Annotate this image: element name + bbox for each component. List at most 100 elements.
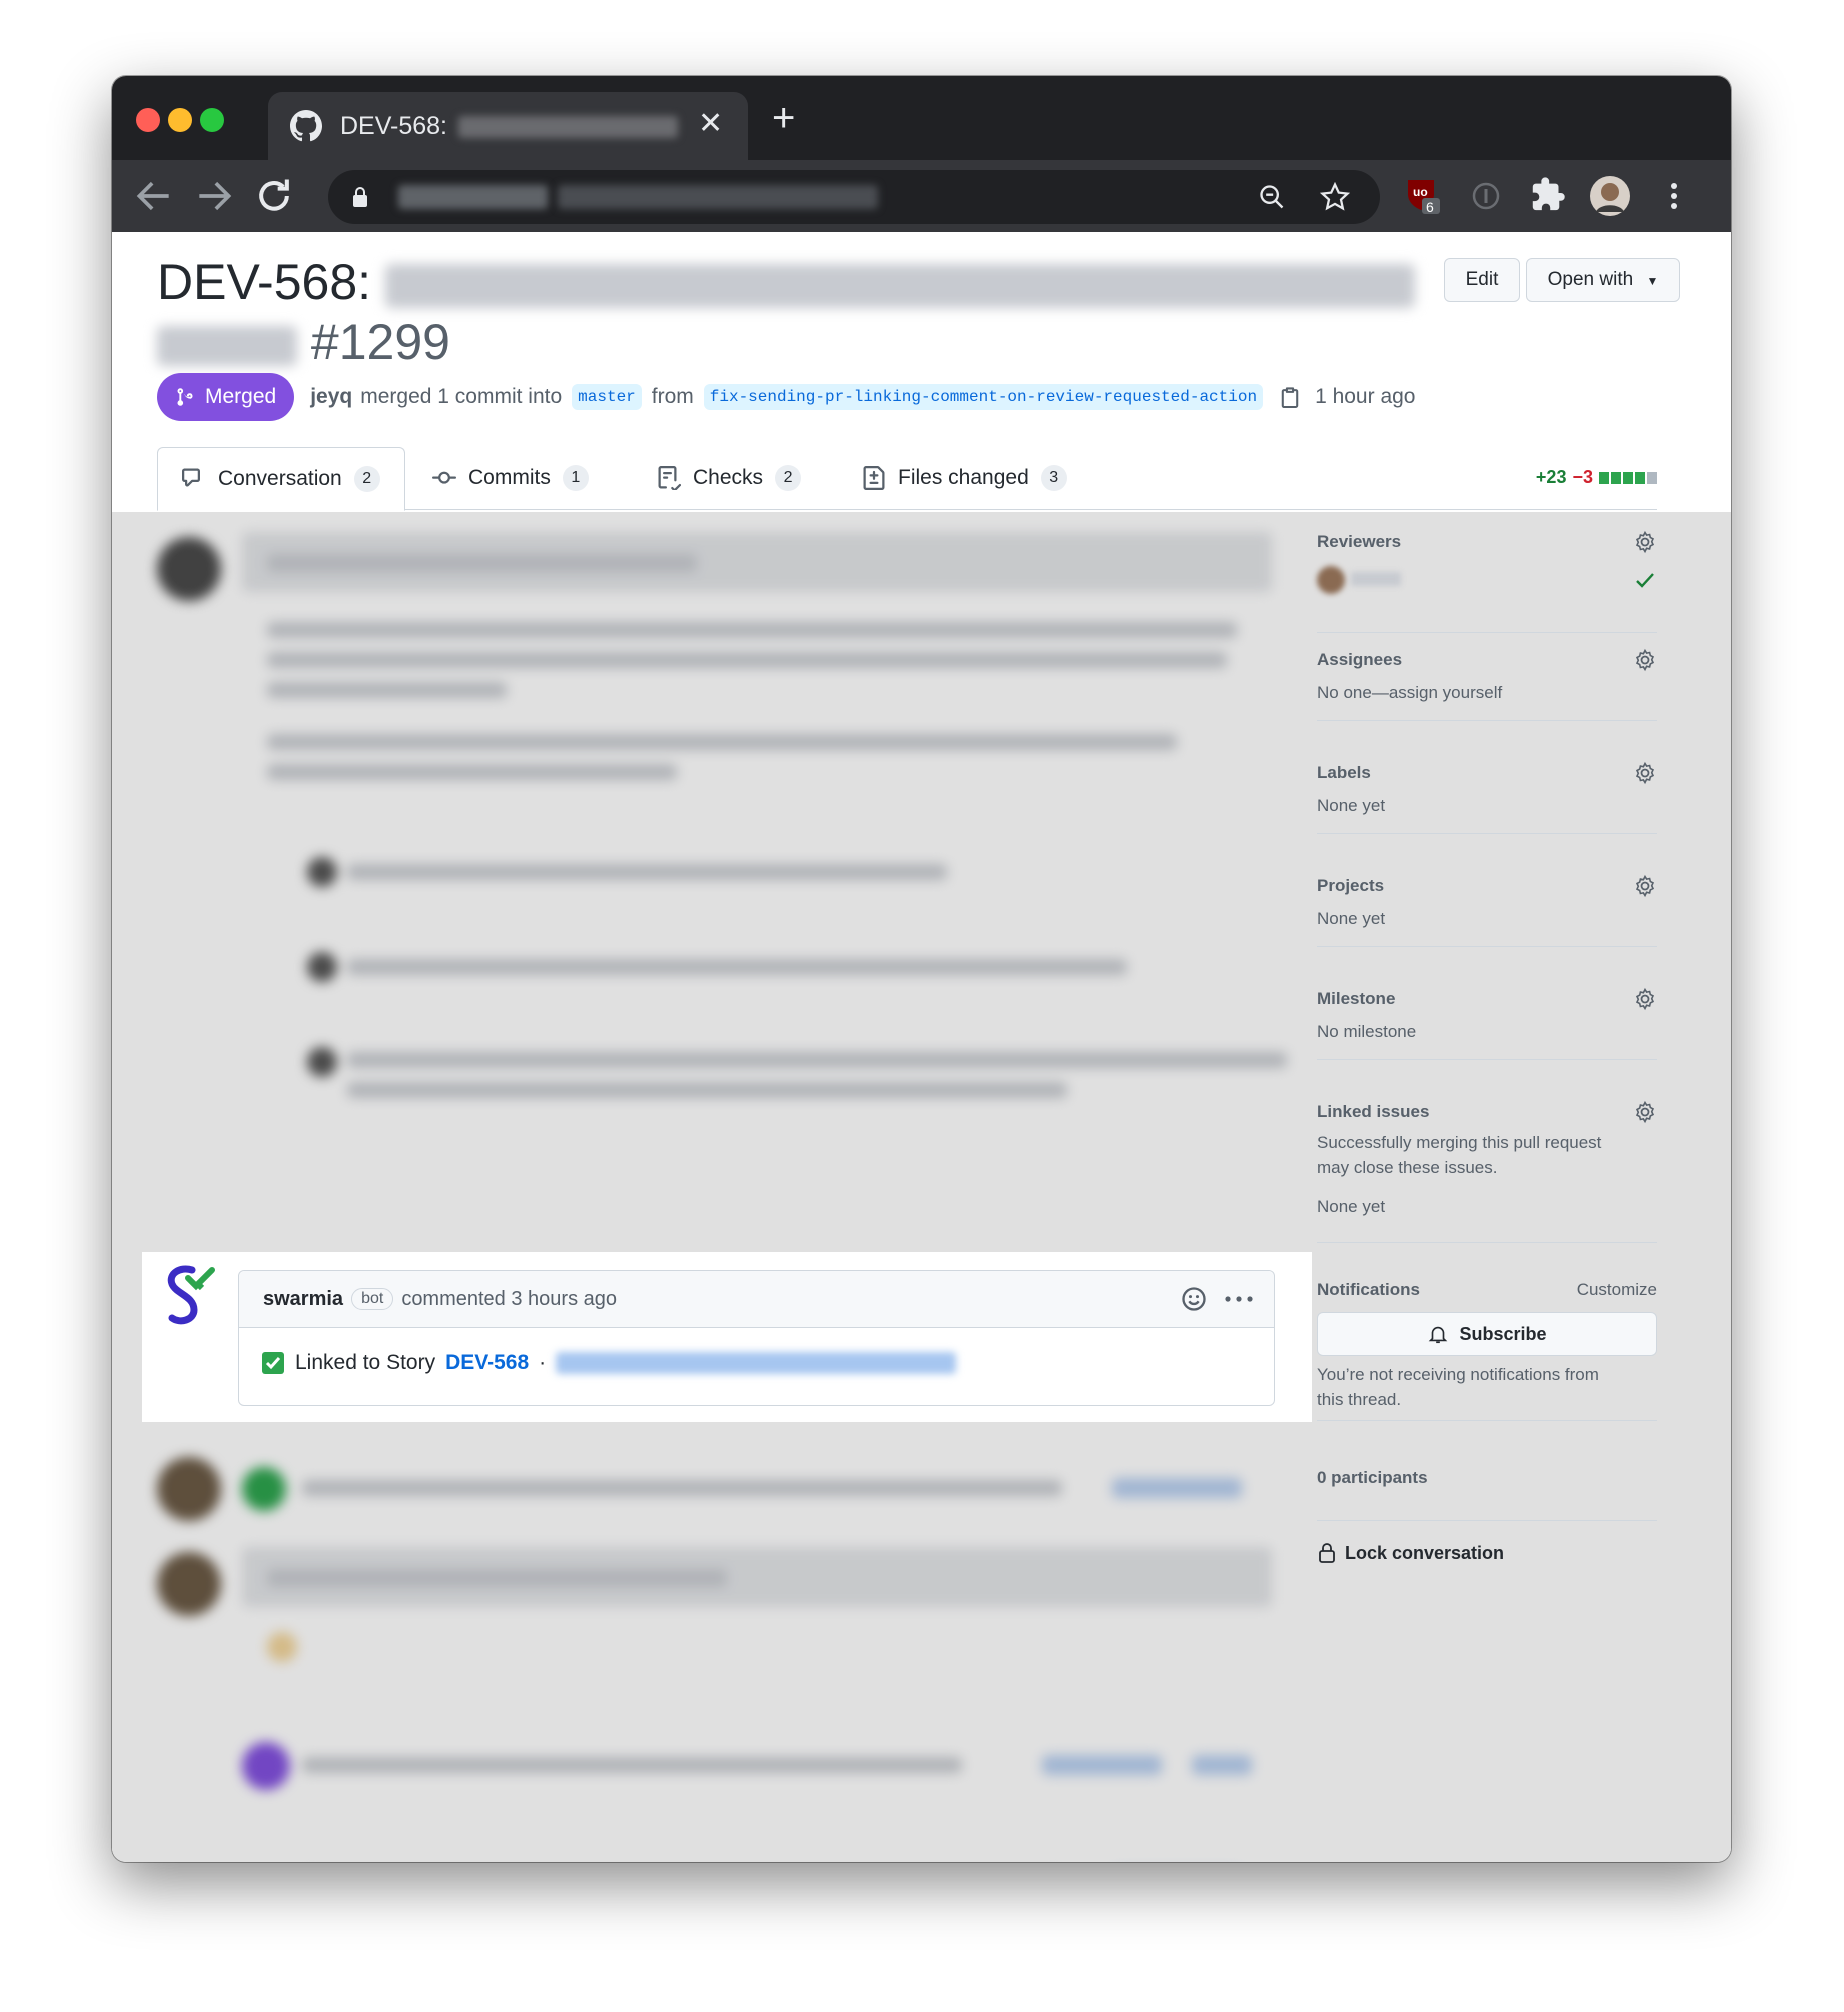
customize-link[interactable]: Customize — [1577, 1280, 1657, 1300]
gear-icon[interactable] — [1633, 1100, 1657, 1124]
pr-tab-nav: Conversation 2 Commits 1 Checks 2 Files … — [157, 447, 1657, 511]
profile-avatar[interactable] — [1588, 174, 1632, 218]
github-pr-page: DEV-568: #1299 Edit Open with ▼ Merged j… — [112, 232, 1731, 1862]
smiley-icon[interactable] — [1180, 1285, 1208, 1313]
projects-section: Projects None yet — [1317, 874, 1657, 947]
address-bar[interactable] — [328, 170, 1380, 224]
tab-files-changed-count: 3 — [1040, 465, 1067, 491]
reviewer-avatar — [1317, 566, 1345, 594]
comment-timestamp[interactable]: commented 3 hours ago — [401, 1288, 617, 1311]
open-with-label: Open with — [1547, 269, 1634, 290]
participants-count: 0 participants — [1317, 1468, 1428, 1487]
labels-heading[interactable]: Labels — [1317, 763, 1371, 783]
linked-issues-heading[interactable]: Linked issues — [1317, 1102, 1429, 1122]
gear-icon[interactable] — [1633, 874, 1657, 898]
bell-icon — [1429, 1326, 1448, 1344]
linked-issues-desc-1: Successfully merging this pull request — [1317, 1133, 1602, 1152]
gear-icon[interactable] — [1633, 530, 1657, 554]
tab-title: DEV-568: — [340, 112, 448, 140]
lock-conversation-label: Lock conversation — [1345, 1542, 1505, 1563]
browser-menu-icon[interactable] — [1652, 174, 1696, 218]
pr-title: DEV-568: #1299 — [157, 252, 1415, 372]
assignees-heading[interactable]: Assignees — [1317, 650, 1402, 670]
comment-body: Linked to Story DEV-568 · — [261, 1351, 957, 1375]
approved-check-icon — [1636, 573, 1654, 588]
extensions-puzzle-icon[interactable] — [1526, 174, 1570, 218]
tab-conversation[interactable]: Conversation 2 — [157, 447, 405, 511]
highlighted-comment: swarmia bot commented 3 hours ago Linked… — [142, 1252, 1312, 1422]
check-mark-emoji-icon — [262, 1352, 284, 1374]
checklist-icon — [658, 466, 681, 490]
browser-toolbar: uo 6 — [112, 160, 1731, 232]
gear-icon[interactable] — [1633, 987, 1657, 1011]
copy-icon[interactable] — [1279, 385, 1301, 409]
milestone-heading[interactable]: Milestone — [1317, 989, 1395, 1009]
diffstat-deletions: −3 — [1572, 467, 1593, 487]
svg-text:uo: uo — [1413, 185, 1428, 199]
browser-window: DEV-568: ✕ + uo 6 DEV-568: #1299 Edit Op… — [112, 76, 1731, 1862]
diffstat: +23 −3 — [1536, 467, 1657, 488]
kebab-menu-icon[interactable] — [1222, 1285, 1256, 1313]
close-tab-icon[interactable]: ✕ — [698, 106, 723, 141]
tab-conversation-label: Conversation — [218, 467, 342, 490]
notifications-heading: Notifications — [1317, 1280, 1420, 1299]
comment-card: swarmia bot commented 3 hours ago Linked… — [238, 1270, 1275, 1406]
minimize-window-button[interactable] — [168, 108, 192, 132]
back-icon[interactable] — [132, 174, 176, 218]
pr-title-redacted-2 — [157, 325, 297, 366]
swarmia-logo-icon — [167, 1265, 215, 1325]
blurred-timeline — [112, 512, 1292, 1862]
story-title-redacted[interactable] — [556, 1352, 957, 1374]
merged-status-label: Merged — [205, 385, 277, 408]
tab-commits[interactable]: Commits 1 — [432, 447, 589, 509]
reload-icon[interactable] — [252, 174, 296, 218]
merge-time: 1 hour ago — [1315, 385, 1416, 408]
tab-checks[interactable]: Checks 2 — [657, 447, 802, 509]
pr-meta: Merged jeyq merged 1 commit into master … — [157, 372, 1415, 422]
assignees-value[interactable]: No one—assign yourself — [1317, 680, 1502, 706]
lock-conversation-button[interactable]: Lock conversation — [1317, 1542, 1504, 1564]
edit-button[interactable]: Edit — [1444, 258, 1520, 302]
reviewers-heading[interactable]: Reviewers — [1317, 532, 1401, 552]
labels-value: None yet — [1317, 796, 1386, 815]
close-window-button[interactable] — [136, 108, 160, 132]
maximize-window-button[interactable] — [200, 108, 224, 132]
gear-icon[interactable] — [1633, 761, 1657, 785]
merged-status-badge: Merged — [157, 373, 295, 421]
head-branch[interactable]: fix-sending-pr-linking-comment-on-review… — [703, 384, 1264, 410]
comment-author[interactable]: swarmia — [263, 1288, 343, 1311]
ublock-extension-icon[interactable]: uo 6 — [1402, 174, 1446, 218]
lock-icon — [353, 187, 367, 207]
linked-issues-desc-2: may close these issues. — [1317, 1158, 1498, 1177]
tab-strip: DEV-568: ✕ + — [112, 76, 1731, 160]
comment-body-text: Linked to Story — [295, 1351, 436, 1374]
bookmark-star-icon[interactable] — [1320, 182, 1350, 212]
forward-icon[interactable] — [192, 174, 236, 218]
participants-section: 0 participants — [1317, 1460, 1657, 1521]
subscribe-button[interactable]: Subscribe — [1317, 1312, 1657, 1356]
tab-commits-label: Commits — [468, 466, 551, 489]
linked-issues-value: None yet — [1317, 1197, 1386, 1216]
url-path-redacted — [558, 185, 878, 209]
diffstat-bar — [1599, 471, 1657, 484]
story-link[interactable]: DEV-568 — [445, 1351, 529, 1375]
base-branch[interactable]: master — [572, 384, 642, 410]
new-tab-button[interactable]: + — [772, 98, 795, 138]
projects-heading[interactable]: Projects — [1317, 876, 1384, 896]
open-with-button[interactable]: Open with ▼ — [1526, 258, 1680, 302]
subscribe-label: Subscribe — [1459, 1323, 1547, 1344]
tab-files-changed[interactable]: Files changed 3 — [862, 447, 1067, 509]
chevron-down-icon: ▼ — [1646, 274, 1659, 288]
url-redacted — [398, 185, 548, 209]
info-extension-icon[interactable] — [1464, 174, 1508, 218]
tab-files-changed-label: Files changed — [898, 466, 1029, 489]
gear-icon[interactable] — [1633, 648, 1657, 672]
pr-author[interactable]: jeyq — [310, 385, 352, 409]
git-commit-icon — [432, 471, 456, 484]
file-diff-icon — [863, 466, 885, 490]
comment-header: swarmia bot commented 3 hours ago — [239, 1271, 1274, 1328]
browser-tab[interactable]: DEV-568: ✕ — [268, 92, 748, 160]
milestone-section: Milestone No milestone — [1317, 987, 1657, 1060]
zoom-icon[interactable] — [1258, 183, 1286, 211]
tab-checks-label: Checks — [693, 466, 764, 489]
